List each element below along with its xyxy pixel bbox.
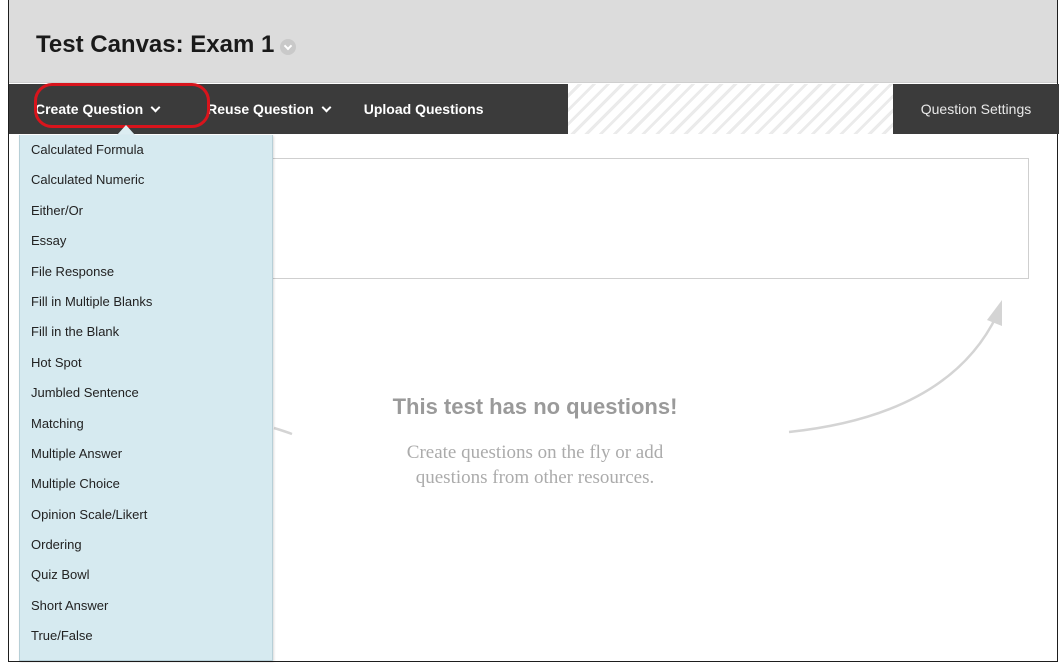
create-question-label: Create Question bbox=[35, 101, 144, 117]
menu-item-essay[interactable]: Essay bbox=[20, 226, 272, 256]
menu-item-opinion-scale-likert[interactable]: Opinion Scale/Likert bbox=[20, 500, 272, 530]
create-question-menu: Calculated Formula Calculated Numeric Ei… bbox=[19, 135, 273, 661]
upload-questions-button[interactable]: Upload Questions bbox=[364, 101, 484, 117]
page-header: Test Canvas: Exam 1 bbox=[9, 0, 1057, 83]
empty-state-title: This test has no questions! bbox=[392, 394, 678, 419]
menu-item-either-or[interactable]: Either/Or bbox=[20, 196, 272, 226]
menu-item-hot-spot[interactable]: Hot Spot bbox=[20, 348, 272, 378]
menu-pointer bbox=[117, 125, 135, 135]
menu-item-quiz-bowl[interactable]: Quiz Bowl bbox=[20, 560, 272, 590]
menu-item-fill-in-the-blank[interactable]: Fill in the Blank bbox=[20, 317, 272, 347]
menu-item-multiple-answer[interactable]: Multiple Answer bbox=[20, 439, 272, 469]
upload-questions-label: Upload Questions bbox=[363, 101, 484, 117]
page-title: Test Canvas: Exam 1 bbox=[36, 31, 297, 59]
question-area-box bbox=[272, 158, 1029, 279]
menu-item-short-answer[interactable]: Short Answer bbox=[20, 591, 272, 621]
menu-item-multiple-choice[interactable]: Multiple Choice bbox=[20, 469, 272, 499]
menu-item-file-response[interactable]: File Response bbox=[20, 257, 272, 287]
reuse-question-label: Reuse Question bbox=[207, 101, 314, 117]
toolbar-spacer bbox=[568, 84, 893, 134]
menu-item-matching[interactable]: Matching bbox=[20, 409, 272, 439]
menu-item-calculated-numeric[interactable]: Calculated Numeric bbox=[20, 165, 272, 195]
menu-item-fill-in-multiple-blanks[interactable]: Fill in Multiple Blanks bbox=[20, 287, 272, 317]
question-settings-label: Question Settings bbox=[920, 101, 1032, 117]
question-settings-button[interactable]: Question Settings bbox=[921, 101, 1032, 117]
toolbar-actions: Create Question Reuse Question Upload Qu… bbox=[9, 84, 568, 134]
empty-state-line-1: Create questions on the fly or add bbox=[406, 442, 664, 463]
menu-item-calculated-formula[interactable]: Calculated Formula bbox=[20, 135, 272, 165]
chevron-down-icon bbox=[150, 102, 161, 113]
page-title-text: Test Canvas: Exam 1 bbox=[36, 31, 275, 58]
menu-item-jumbled-sentence[interactable]: Jumbled Sentence bbox=[20, 378, 272, 408]
reuse-question-button[interactable]: Reuse Question bbox=[207, 101, 332, 117]
question-toolbar: Create Question Reuse Question Upload Qu… bbox=[9, 84, 1059, 134]
chevron-down-icon bbox=[321, 102, 332, 113]
test-canvas-page: Test Canvas: Exam 1 Create Question Reus… bbox=[8, 0, 1059, 662]
menu-item-true-false[interactable]: True/False bbox=[20, 621, 272, 651]
empty-state-message: Create questions on the fly or add quest… bbox=[345, 440, 725, 490]
menu-item-ordering[interactable]: Ordering bbox=[20, 530, 272, 560]
create-question-button[interactable]: Create Question bbox=[35, 101, 161, 117]
chevron-down-icon[interactable] bbox=[280, 38, 297, 55]
toolbar-settings: Question Settings bbox=[893, 84, 1059, 134]
empty-state-line-2: questions from other resources. bbox=[415, 467, 655, 488]
